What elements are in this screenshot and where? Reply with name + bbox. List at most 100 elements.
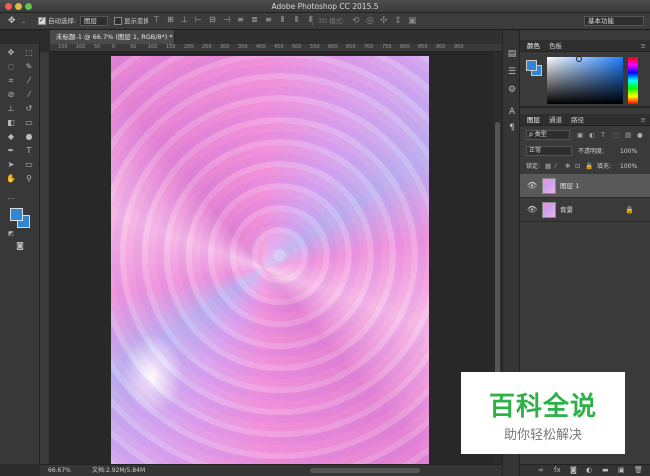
layer-style-icon[interactable]: fx — [554, 466, 561, 474]
quick-mask-icon[interactable]: ◙ — [13, 240, 27, 251]
distribute-vcenter-icon[interactable]: ≣ — [250, 15, 259, 25]
layer-row[interactable]: 👁 背景 🔒 — [520, 198, 650, 222]
healing-brush-icon[interactable]: ⊘ — [4, 89, 18, 100]
layers-panel-menu-icon[interactable]: ≡ — [641, 115, 646, 125]
distribute-right-icon[interactable]: ⦀ — [306, 15, 315, 25]
layer-row[interactable]: 👁 图层 1 — [520, 174, 650, 198]
color-panel-foreground[interactable] — [526, 60, 537, 71]
lock-pixels-icon[interactable]: ▦ — [545, 161, 551, 172]
distribute-left-icon[interactable]: ⦀ — [278, 15, 287, 25]
3d-pan-icon[interactable]: ✣ — [380, 15, 388, 27]
document-size[interactable]: 文档:2.92M/5.84M — [92, 465, 145, 476]
document-canvas[interactable] — [111, 56, 429, 464]
horizontal-scrollbar-thumb[interactable] — [310, 468, 420, 473]
eyedropper-tool-icon[interactable]: ⁄ — [22, 75, 36, 86]
hand-tool-icon[interactable]: ✋ — [4, 173, 18, 184]
layer-mask-icon[interactable]: ◙ — [570, 466, 577, 474]
tab-layers[interactable]: 图层 — [527, 115, 540, 125]
layer-name[interactable]: 图层 1 — [560, 174, 579, 198]
canvas-area[interactable] — [50, 52, 494, 464]
dodge-tool-icon[interactable]: ● — [22, 131, 36, 142]
lock-position-icon[interactable]: ✥ — [565, 161, 570, 172]
opacity-value[interactable]: 100% — [620, 146, 637, 157]
align-left-icon[interactable]: ⊢ — [194, 15, 203, 25]
default-colors-icon[interactable]: ◩ — [4, 228, 18, 239]
crop-tool-icon[interactable]: ⌗ — [4, 75, 18, 86]
tab-paths[interactable]: 路径 — [571, 115, 584, 125]
tab-color[interactable]: 颜色 — [527, 41, 540, 51]
align-top-icon[interactable]: ⊤ — [152, 15, 161, 25]
quick-select-tool-icon[interactable]: ✎ — [22, 61, 36, 72]
blend-mode-dropdown[interactable]: 正常 — [526, 146, 572, 156]
3d-roll-icon[interactable]: ◎ — [366, 15, 374, 27]
adjust-panel-icon[interactable]: ☰ — [506, 66, 518, 78]
auto-select-checkbox[interactable] — [38, 16, 46, 25]
show-transform-checkbox[interactable] — [114, 17, 122, 25]
3d-slide-icon[interactable]: ⇕ — [394, 15, 402, 27]
auto-select-dropdown[interactable]: 图层 — [80, 16, 108, 26]
layer-filter-dropdown[interactable]: ρ 类型 — [526, 130, 570, 140]
document-tab[interactable]: 未标题-1 @ 66.7% (图层 1, RGB/8*) * — [50, 30, 175, 44]
history-brush-icon[interactable]: ↺ — [22, 103, 36, 114]
filter-adjust-icon[interactable]: ◐ — [589, 130, 595, 141]
filter-type-icon[interactable]: T — [601, 130, 605, 141]
distribute-hcenter-icon[interactable]: ⦀ — [292, 15, 301, 25]
visibility-eye-icon[interactable]: 👁 — [527, 198, 537, 222]
visibility-eye-icon[interactable]: 👁 — [527, 174, 537, 198]
delete-layer-icon[interactable]: 🗑 — [634, 466, 643, 474]
tool-preset-chevron-icon[interactable]: ⌄ — [21, 15, 26, 27]
workspace-dropdown[interactable]: 基本功能 — [584, 16, 644, 26]
panel-menu-icon[interactable]: ≡ — [641, 41, 646, 51]
lock-icon: 🔒 — [625, 206, 634, 214]
ruler-tick: 100 — [76, 44, 86, 50]
fill-value[interactable]: 100% — [620, 161, 637, 172]
new-layer-icon[interactable]: ▣ — [618, 466, 625, 474]
hue-slider[interactable] — [628, 57, 638, 104]
move-tool-icon[interactable]: ✥ — [8, 15, 16, 27]
scrollbar-thumb[interactable] — [495, 122, 500, 382]
lock-all-icon[interactable]: 🔒 — [585, 161, 593, 172]
filter-smart-icon[interactable]: ▤ — [625, 130, 631, 141]
filter-pixel-icon[interactable]: ▣ — [577, 130, 583, 141]
tab-swatches[interactable]: 色板 — [549, 41, 562, 51]
filter-shape-icon[interactable]: ⬚ — [613, 130, 619, 141]
zoom-tool-icon[interactable]: ⚲ — [22, 173, 36, 184]
path-select-icon[interactable]: ➤ — [4, 159, 18, 170]
color-spectrum[interactable] — [547, 56, 623, 104]
clone-stamp-icon[interactable]: ⊥ — [4, 103, 18, 114]
adjustment-layer-icon[interactable]: ◐ — [586, 466, 592, 474]
3d-scale-icon[interactable]: ▣ — [408, 15, 417, 27]
zoom-level[interactable]: 66.67% — [48, 465, 71, 476]
distribute-top-icon[interactable]: ≡ — [236, 15, 245, 25]
eraser-tool-icon[interactable]: ◧ — [4, 117, 18, 128]
more-tools-icon[interactable]: ··· — [4, 194, 18, 205]
lock-artboard-icon[interactable]: ⊡ — [575, 161, 580, 172]
distribute-bottom-icon[interactable]: ≡ — [264, 15, 273, 25]
character-panel-icon[interactable]: A — [506, 106, 518, 118]
align-hcenter-icon[interactable]: ⊟ — [208, 15, 217, 25]
lock-paint-icon[interactable]: ⁄ — [555, 161, 556, 172]
foreground-color-swatch[interactable] — [10, 208, 23, 221]
new-group-icon[interactable]: ▬ — [602, 466, 609, 474]
paragraph-panel-icon[interactable]: ¶ — [506, 122, 518, 134]
gradient-tool-icon[interactable]: ▭ — [22, 117, 36, 128]
link-layers-icon[interactable]: ∞ — [538, 466, 544, 474]
marquee-tool-icon[interactable]: ⬚ — [22, 47, 36, 58]
move-tool-icon[interactable]: ✥ — [4, 47, 18, 58]
align-bottom-icon[interactable]: ⊥ — [180, 15, 189, 25]
tab-channels[interactable]: 通道 — [549, 115, 562, 125]
align-right-icon[interactable]: ⊣ — [222, 15, 231, 25]
align-vcenter-icon[interactable]: ⊞ — [166, 15, 175, 25]
filter-toggle-icon[interactable]: ● — [637, 130, 643, 141]
color-picker-cursor[interactable] — [576, 56, 582, 62]
brush-tool-icon[interactable]: ⁄ — [22, 89, 36, 100]
blur-tool-icon[interactable]: ◆ — [4, 131, 18, 142]
3d-rotate-icon[interactable]: ⟲ — [352, 15, 360, 27]
pen-tool-icon[interactable]: ✒ — [4, 145, 18, 156]
type-tool-icon[interactable]: T — [22, 145, 36, 156]
history-panel-icon[interactable]: ▤ — [506, 48, 518, 60]
properties-panel-icon[interactable]: ⚙ — [506, 84, 518, 96]
layer-name[interactable]: 背景 — [560, 198, 573, 222]
shape-tool-icon[interactable]: ▭ — [22, 159, 36, 170]
lasso-tool-icon[interactable]: ◌ — [4, 61, 18, 72]
